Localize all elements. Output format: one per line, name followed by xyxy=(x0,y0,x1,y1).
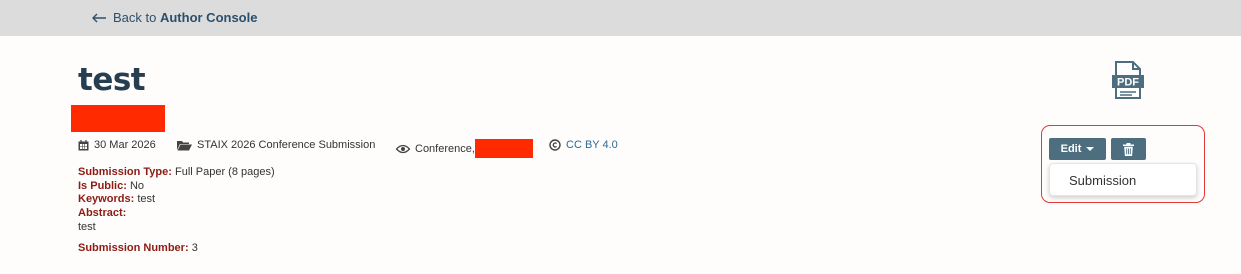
submission-date: 30 Mar 2026 xyxy=(94,139,156,151)
trash-icon xyxy=(1123,142,1134,156)
submission-number-value: 3 xyxy=(191,241,198,254)
pdf-download-link[interactable]: PDF xyxy=(1111,61,1145,104)
arrow-left-icon xyxy=(92,13,106,22)
back-to-author-console-link[interactable]: Back to Author Console xyxy=(92,10,257,25)
eye-icon xyxy=(396,144,410,153)
abstract-value: test xyxy=(78,220,96,233)
redacted-authors xyxy=(71,105,165,132)
submission-type-field: Submission Type: Full Paper (8 pages) xyxy=(78,166,275,180)
keywords-value: test xyxy=(137,193,156,206)
date-meta: 30 Mar 2026 xyxy=(78,139,156,151)
top-bar: Back to Author Console xyxy=(0,0,1241,36)
copyright-icon xyxy=(549,139,561,151)
abstract-field: Abstract: test xyxy=(78,207,275,234)
readers-meta: Conference, xyxy=(396,139,533,158)
submission-number-field: Submission Number: 3 xyxy=(78,242,275,256)
is-public-field: Is Public: No xyxy=(78,180,275,194)
edit-button-label: Edit xyxy=(1060,143,1082,155)
abstract-label: Abstract: xyxy=(78,207,127,220)
edit-button[interactable]: Edit xyxy=(1049,138,1106,160)
pdf-icon-label: PDF xyxy=(1117,77,1139,89)
submission-venue: STAIX 2026 Conference Submission xyxy=(197,139,376,151)
folder-open-icon xyxy=(177,140,192,150)
license-meta: CC BY 4.0 xyxy=(549,139,618,151)
keywords-label: Keywords: xyxy=(78,193,135,206)
venue-meta: STAIX 2026 Conference Submission xyxy=(177,139,375,151)
submission-type-label: Submission Type: xyxy=(78,166,172,178)
back-link-target: Author Console xyxy=(159,10,258,25)
redacted-readers xyxy=(474,139,533,158)
is-public-label: Is Public: xyxy=(78,179,127,192)
edit-dropdown-menu: Submission xyxy=(1049,163,1197,196)
is-public-value: No xyxy=(129,179,145,192)
calendar-icon xyxy=(78,139,89,150)
delete-button[interactable] xyxy=(1111,138,1146,160)
submission-fields: Submission Type: Full Paper (8 pages) Is… xyxy=(78,166,275,255)
page-title: test xyxy=(78,62,146,98)
keywords-field: Keywords: test xyxy=(78,193,275,207)
caret-down-icon xyxy=(1086,147,1095,151)
submission-readers: Conference, xyxy=(415,142,475,155)
submission-number-label: Submission Number: xyxy=(78,241,189,254)
dropdown-item-submission[interactable]: Submission xyxy=(1069,173,1136,188)
submission-type-value: Full Paper (8 pages) xyxy=(174,166,275,178)
back-link-prefix: Back to xyxy=(113,10,160,25)
license-link[interactable]: CC BY 4.0 xyxy=(566,139,618,151)
pdf-icon: PDF xyxy=(1112,61,1144,99)
